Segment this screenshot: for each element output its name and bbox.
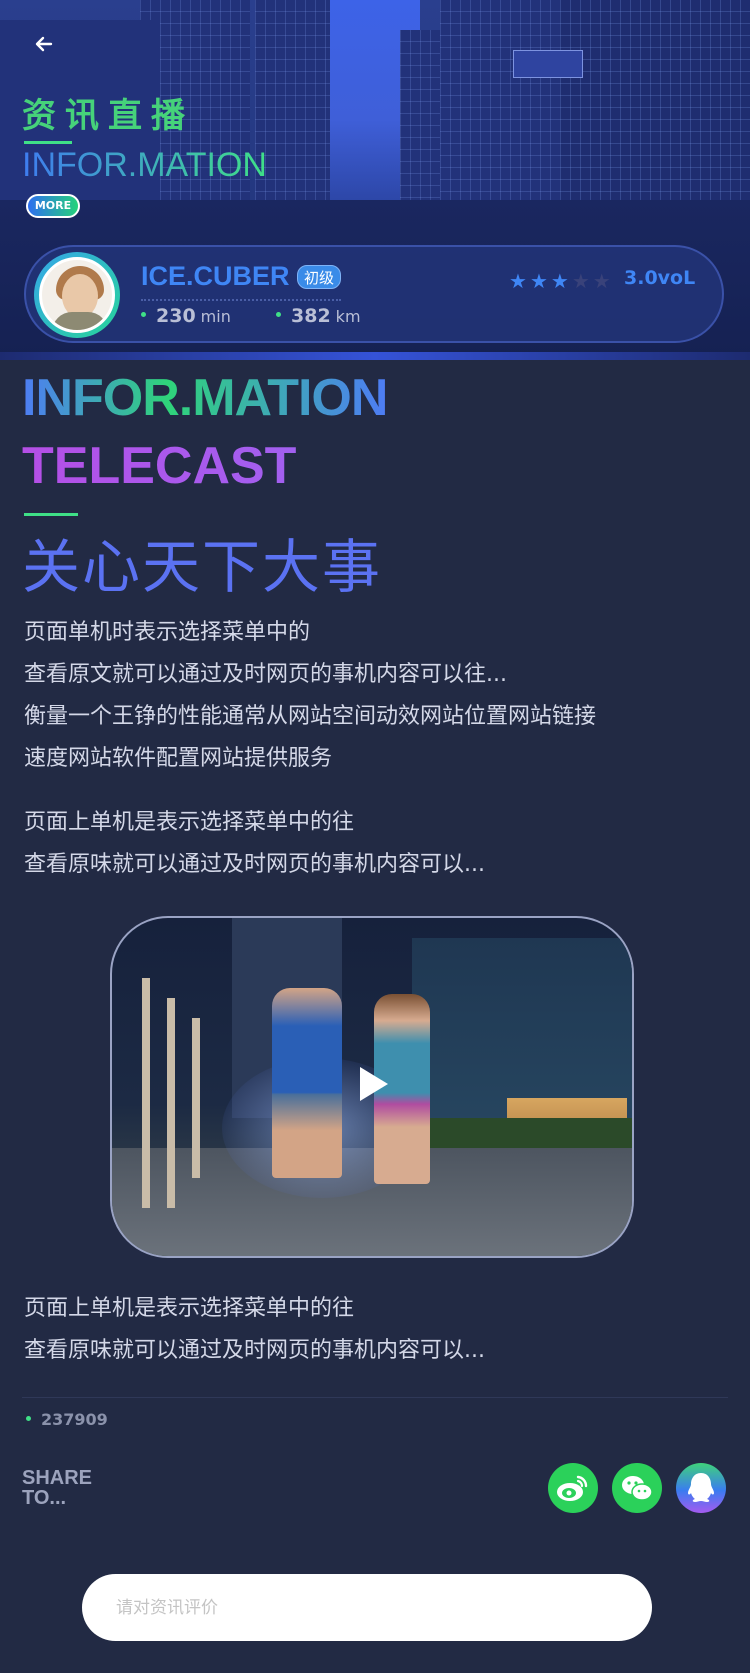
paragraph-line: 页面上单机是表示选择菜单中的往 — [24, 810, 355, 835]
avatar-body — [52, 312, 108, 330]
distance-value: 382 — [291, 305, 331, 327]
header-title-en: INFOR.MATION — [22, 146, 267, 184]
title-accent-line — [24, 513, 78, 516]
video-tree — [142, 978, 150, 1208]
star-filled-icon: ★ — [550, 269, 572, 293]
video-runner-man — [272, 988, 342, 1178]
bullet-dot — [276, 312, 281, 317]
bullet-dot — [26, 1416, 31, 1421]
play-button[interactable] — [356, 1064, 392, 1104]
rating-stars: ★★★★★ — [509, 269, 614, 293]
play-icon — [360, 1067, 388, 1101]
paragraph-line: 页面上单机是表示选择菜单中的往 — [24, 1296, 355, 1321]
video-player[interactable] — [110, 916, 634, 1258]
distance-unit: km — [335, 307, 361, 326]
distance-stat: 382 km — [276, 305, 361, 327]
weibo-icon — [548, 1463, 598, 1513]
dotted-divider — [141, 299, 341, 301]
paragraph-1: 页面单机时表示选择菜单中的 查看原文就可以通过及时网页的事机内容可以往... 衡… — [24, 612, 596, 780]
hero-glow-line — [0, 352, 750, 360]
star-filled-icon: ★ — [529, 269, 551, 293]
section-divider — [22, 1397, 728, 1398]
share-label: SHARE TO... — [22, 1468, 92, 1508]
header-title-cn: 资讯直播 — [22, 96, 194, 136]
share-label-line: TO... — [22, 1487, 67, 1509]
volume-label: 3.0voL — [624, 267, 696, 289]
view-count-value: 237909 — [41, 1410, 108, 1429]
paragraph-line: 查看原味就可以通过及时网页的事机内容可以... — [24, 852, 485, 877]
header-accent-line — [24, 141, 72, 144]
video-tree — [167, 998, 175, 1208]
user-name: ICE.CUBER — [141, 261, 290, 291]
hero-banner: 资讯直播 INFOR.MATION MORE ICE.CUBER 初级 230 m… — [0, 0, 750, 360]
paragraph-line: 查看原味就可以通过及时网页的事机内容可以... — [24, 1338, 485, 1363]
paragraph-line: 查看原文就可以通过及时网页的事机内容可以往... — [24, 662, 507, 687]
bullet-dot — [141, 312, 146, 317]
share-label-line: SHARE — [22, 1467, 93, 1489]
star-empty-icon: ★ — [571, 269, 593, 293]
avatar-ring — [34, 252, 120, 338]
time-unit: min — [200, 307, 231, 326]
article-title-cn: 关心天下大事 — [22, 533, 383, 601]
comment-input[interactable] — [82, 1574, 652, 1641]
share-qq-button[interactable] — [676, 1463, 726, 1513]
paragraph-line: 速度网站软件配置网站提供服务 — [24, 746, 333, 771]
video-tree — [192, 1018, 200, 1178]
paragraph-line: 页面单机时表示选择菜单中的 — [24, 620, 311, 645]
star-empty-icon: ★ — [592, 269, 614, 293]
article-subtitle-en: TELECAST — [22, 437, 297, 495]
paragraph-3: 页面上单机是表示选择菜单中的往 查看原味就可以通过及时网页的事机内容可以... — [24, 1288, 485, 1372]
star-filled-icon: ★ — [509, 269, 530, 293]
paragraph-line: 衡量一个王铮的性能通常从网站空间动效网站位置网站链接 — [24, 704, 597, 729]
share-weibo-button[interactable] — [548, 1463, 598, 1513]
arrow-left-icon — [35, 36, 53, 52]
paragraph-2: 页面上单机是表示选择菜单中的往 查看原味就可以通过及时网页的事机内容可以... — [24, 802, 485, 886]
back-button[interactable] — [30, 32, 58, 60]
time-value: 230 — [156, 305, 196, 327]
profile-card: ICE.CUBER 初级 230 min 382 km ★★★★★ 3.0voL — [24, 245, 724, 343]
billboard — [513, 50, 583, 78]
view-count: 237909 — [26, 1410, 108, 1429]
article-title-en: INFOR.MATION — [22, 369, 388, 427]
qq-icon — [676, 1463, 726, 1513]
level-badge: 初级 — [297, 265, 342, 289]
time-stat: 230 min — [141, 305, 231, 327]
share-wechat-button[interactable] — [612, 1463, 662, 1513]
avatar[interactable] — [39, 257, 115, 333]
wechat-icon — [612, 1463, 662, 1513]
more-button[interactable]: MORE — [26, 194, 80, 218]
